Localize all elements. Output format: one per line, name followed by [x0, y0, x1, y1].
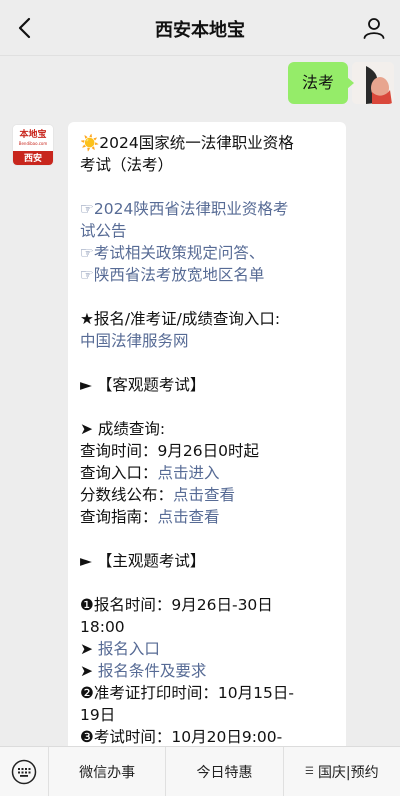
message-link[interactable]: 点击进入	[158, 464, 220, 482]
message-line: 查询指南：点击查看	[80, 506, 334, 528]
keyboard-icon	[11, 759, 37, 784]
message-link[interactable]: ☞考试相关政策规定问答、	[80, 242, 334, 264]
message-line: ► 【客观题考试】	[80, 376, 206, 394]
tab-national-day-booking[interactable]: ☰ 国庆|预约	[282, 746, 400, 796]
message-line: 19日	[80, 706, 116, 724]
line-prefix: ➤	[80, 640, 98, 658]
tab-wechat-service[interactable]: 微信办事	[48, 746, 165, 796]
message-line: 考试（法考）	[80, 156, 174, 174]
logo-text: 本地宝	[19, 130, 47, 140]
bot-logo: 本地宝 Bendibao.com	[13, 125, 53, 151]
message-line: 查询时间：9月26日0时起	[80, 442, 259, 460]
my-avatar[interactable]	[352, 62, 394, 104]
keyboard-button[interactable]	[0, 747, 48, 796]
line-prefix: ➤	[80, 662, 98, 680]
message-line: 18:00	[80, 618, 125, 636]
logo-subtext: Bendibao.com	[18, 141, 48, 146]
message-link[interactable]: 中国法律服务网	[80, 330, 334, 352]
chat-area[interactable]: 法考 本地宝 Bendibao.com 西安 ☀️2024国家统一法律职业资格考…	[0, 56, 400, 746]
tab-label: 微信办事	[79, 764, 136, 781]
message-line: ➤ 成绩查询:	[80, 420, 166, 438]
message-line: 分数线公布：点击查看	[80, 484, 334, 506]
message-line: ★报名/准考证/成绩查询入口:	[80, 310, 281, 328]
message-link[interactable]: 试公告	[80, 220, 334, 242]
line-prefix: 分数线公布：	[80, 486, 174, 504]
message-link[interactable]: ☞2024陕西省法律职业资格考	[80, 198, 334, 220]
line-prefix: 查询指南：	[80, 508, 158, 526]
profile-button[interactable]	[358, 12, 390, 44]
logo-city: 西安	[13, 151, 53, 165]
tab-label: 今日特惠	[196, 764, 253, 781]
message-line: ☀️2024国家统一法律职业资格	[80, 134, 294, 152]
avatar-image	[352, 62, 394, 104]
message-link[interactable]: 报名条件及要求	[98, 662, 207, 680]
message-line: ➤ 报名条件及要求	[80, 660, 334, 682]
message-link[interactable]: ☞陕西省法考放宽地区名单	[80, 264, 334, 286]
message-line: ❷准考证打印时间：10月15日-	[80, 684, 294, 702]
bot-avatar[interactable]: 本地宝 Bendibao.com 西安	[12, 124, 54, 166]
message-link[interactable]: 报名入口	[98, 640, 160, 658]
message-link[interactable]: 点击查看	[173, 486, 235, 504]
chat-title: 西安本地宝	[155, 20, 245, 41]
message-line: ❸考试时间：10月20日9:00-	[80, 728, 283, 746]
message-line: ❶报名时间：9月26日-30日	[80, 596, 273, 614]
top-bar: 西安本地宝	[0, 0, 400, 56]
message-link[interactable]: 点击查看	[158, 508, 220, 526]
bot-message-bubble: ☀️2024国家统一法律职业资格 考试（法考） ☞2024陕西省法律职业资格考 试公告…	[68, 122, 346, 746]
user-icon	[363, 18, 385, 39]
bottom-menu: 微信办事 今日特惠 ☰ 国庆|预约	[0, 746, 400, 796]
menu-icon: ☰	[304, 766, 314, 777]
tab-label: 国庆|预约	[317, 764, 379, 781]
my-message-bubble[interactable]: 法考	[287, 62, 355, 104]
tab-today-deals[interactable]: 今日特惠	[165, 746, 282, 796]
message-line: ► 【主观题考试】	[80, 552, 206, 570]
message-line: ➤ 报名入口	[80, 638, 334, 660]
message-line: 查询入口：点击进入	[80, 462, 334, 484]
line-prefix: 查询入口：	[80, 464, 158, 482]
